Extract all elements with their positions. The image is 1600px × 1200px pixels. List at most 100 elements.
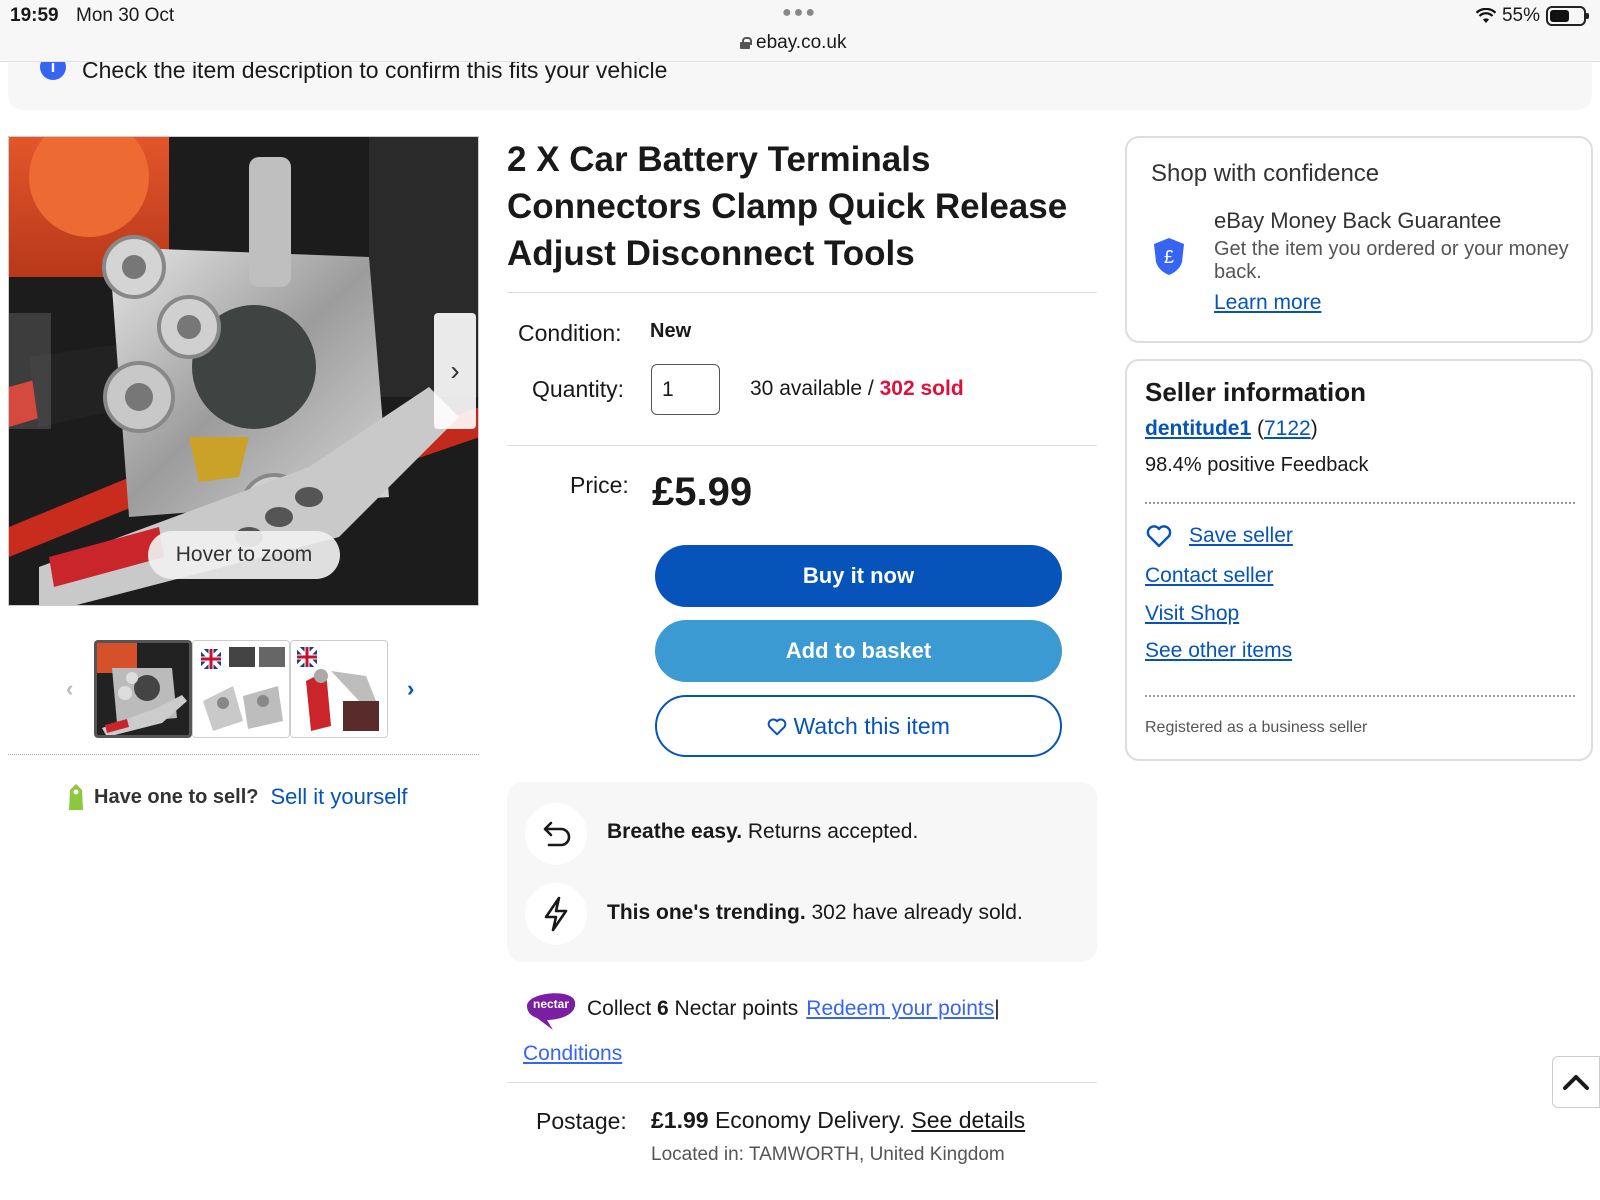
price-tag-icon <box>69 784 83 810</box>
listing-title: 2 X Car Battery Terminals Connectors Cla… <box>507 140 1068 273</box>
browser-status-bar: 19:59 Mon 30 Oct ●●● ebay.co.uk 55% <box>0 0 1600 62</box>
nectar-row: nectar Collect 6 Nectar points Redeem yo… <box>523 986 1000 1032</box>
nectar-points: 6 <box>657 997 669 1020</box>
status-indicators: 55% <box>1475 5 1589 27</box>
contact-seller-link[interactable]: Contact seller <box>1145 564 1273 588</box>
seller-info-title: Seller information <box>1145 377 1367 407</box>
visit-shop-link[interactable]: Visit Shop <box>1145 602 1239 626</box>
divider <box>507 1082 1097 1083</box>
divider <box>507 445 1097 446</box>
quantity-input[interactable] <box>651 364 720 415</box>
money-back-guarantee-desc: Get the item you ordered or your money b… <box>1214 238 1569 283</box>
url-text: ebay.co.uk <box>756 32 847 53</box>
more-dots-icon[interactable]: ●●● <box>782 4 817 22</box>
thumbnail-image <box>291 641 387 737</box>
buy-it-now-button[interactable]: Buy it now <box>655 545 1062 607</box>
returns-bold: Breathe easy. <box>607 820 743 843</box>
see-details-link[interactable]: See details <box>911 1107 1025 1133</box>
fitment-notice: i Check the item description to confirm … <box>8 62 1592 110</box>
price-label: Price: <box>570 472 629 498</box>
score-open: ( <box>1251 417 1264 440</box>
thumbnail-3[interactable] <box>290 640 388 738</box>
seller-information-card: Seller information dentitude1 (7122) 98.… <box>1125 359 1593 761</box>
postage-method: Economy Delivery. <box>708 1107 912 1133</box>
chevron-right-icon[interactable]: › <box>407 676 414 702</box>
redeem-points-link[interactable]: Redeem your points <box>806 997 994 1021</box>
nectar-logo-text: nectar <box>533 997 569 1011</box>
thumbnail-strip: ‹ › <box>60 638 420 738</box>
item-location: Located in: TAMWORTH, United Kingdom <box>651 1144 1005 1165</box>
returns-text: Returns accepted. <box>742 820 919 843</box>
battery-percent: 55% <box>1501 5 1540 26</box>
nectar-divider: | <box>994 997 1000 1020</box>
heart-icon <box>1146 525 1172 548</box>
shop-with-confidence-card: Shop with confidence £ eBay Money Back G… <box>1125 136 1593 343</box>
positive-feedback: 98.4% positive Feedback <box>1145 454 1369 476</box>
sold-count: 302 sold <box>879 377 964 400</box>
watch-item-label: Watch this item <box>793 713 950 739</box>
sell-it-yourself-link[interactable]: Sell it yourself <box>271 784 408 810</box>
postage-label: Postage: <box>536 1108 627 1134</box>
sell-yours-row: Have one to sell? Sell it yourself <box>66 782 407 812</box>
returns-icon <box>525 803 587 865</box>
save-seller-link[interactable]: Save seller <box>1189 524 1293 548</box>
chevron-left-icon[interactable]: ‹ <box>66 676 73 702</box>
chevron-right-icon: › <box>450 355 460 386</box>
battery-icon <box>1546 6 1589 26</box>
gallery-divider <box>8 754 479 755</box>
price-value: £5.99 <box>652 470 753 514</box>
feedback-score-link[interactable]: 7122 <box>1264 417 1311 440</box>
scroll-to-top-button[interactable] <box>1552 1056 1600 1108</box>
shield-pound-icon: £ <box>1154 238 1184 275</box>
heart-icon <box>767 718 787 736</box>
thumbnail-image <box>193 641 289 737</box>
lock-icon <box>740 37 752 49</box>
perks-panel: Breathe easy. Returns accepted. This one… <box>507 782 1097 962</box>
see-other-items-link[interactable]: See other items <box>1145 639 1292 663</box>
availability: 30 available / 302 sold <box>750 377 964 401</box>
status-time: 19:59 <box>10 5 59 26</box>
status-date: Mon 30 Oct <box>76 5 175 26</box>
main-product-image[interactable]: › Hover to zoom <box>8 136 479 606</box>
next-image-button[interactable]: › <box>434 313 476 429</box>
confidence-title: Shop with confidence <box>1151 160 1380 187</box>
info-icon: i <box>40 62 66 80</box>
score-close: ) <box>1310 417 1318 440</box>
seller-name-row: dentitude1 (7122) <box>1145 417 1318 441</box>
quantity-label: Quantity: <box>532 376 625 402</box>
previous-image-button[interactable] <box>9 313 51 429</box>
nectar-logo: nectar <box>527 993 576 1030</box>
hover-to-zoom-hint: Hover to zoom <box>148 531 340 579</box>
divider <box>507 292 1097 293</box>
nectar-collect-prefix: Collect <box>587 997 658 1020</box>
chevron-up-icon <box>1563 1075 1589 1090</box>
nectar-collect: Collect 6 Nectar points <box>587 997 798 1021</box>
conditions-link[interactable]: Conditions <box>523 1042 622 1066</box>
svg-text:£: £ <box>1164 247 1174 267</box>
fitment-notice-text: Check the item description to confirm th… <box>82 62 668 83</box>
postage-value: £1.99 Economy Delivery. See details <box>651 1107 1025 1134</box>
postage-price: £1.99 <box>651 1107 709 1133</box>
trending-bold: This one's trending. <box>607 901 806 924</box>
condition-value: New <box>650 320 692 342</box>
returns-perk: Breathe easy. Returns accepted. <box>607 820 918 844</box>
lightning-icon <box>525 883 587 945</box>
thumbnail-2[interactable] <box>192 640 290 738</box>
address-bar[interactable]: ebay.co.uk <box>740 32 846 54</box>
trending-text: 302 have already sold. <box>805 901 1023 924</box>
money-back-guarantee-title: eBay Money Back Guarantee <box>1214 208 1502 233</box>
seller-name-link[interactable]: dentitude1 <box>1145 417 1251 440</box>
available-count: 30 available <box>750 377 863 400</box>
business-seller-note: Registered as a business seller <box>1145 719 1368 736</box>
thumbnail-image <box>97 643 189 735</box>
nectar-collect-suffix: Nectar points <box>668 997 799 1020</box>
sell-label: Have one to sell? <box>94 785 259 808</box>
add-to-basket-button[interactable]: Add to basket <box>655 620 1062 682</box>
learn-more-link[interactable]: Learn more <box>1214 291 1321 315</box>
trending-perk: This one's trending. 302 have already so… <box>607 901 1023 925</box>
save-seller-row[interactable]: Save seller <box>1145 524 1293 548</box>
thumbnail-1[interactable] <box>94 640 192 738</box>
watch-item-button[interactable]: Watch this item <box>655 695 1062 757</box>
condition-label: Condition: <box>518 320 622 346</box>
wifi-icon <box>1475 8 1496 23</box>
